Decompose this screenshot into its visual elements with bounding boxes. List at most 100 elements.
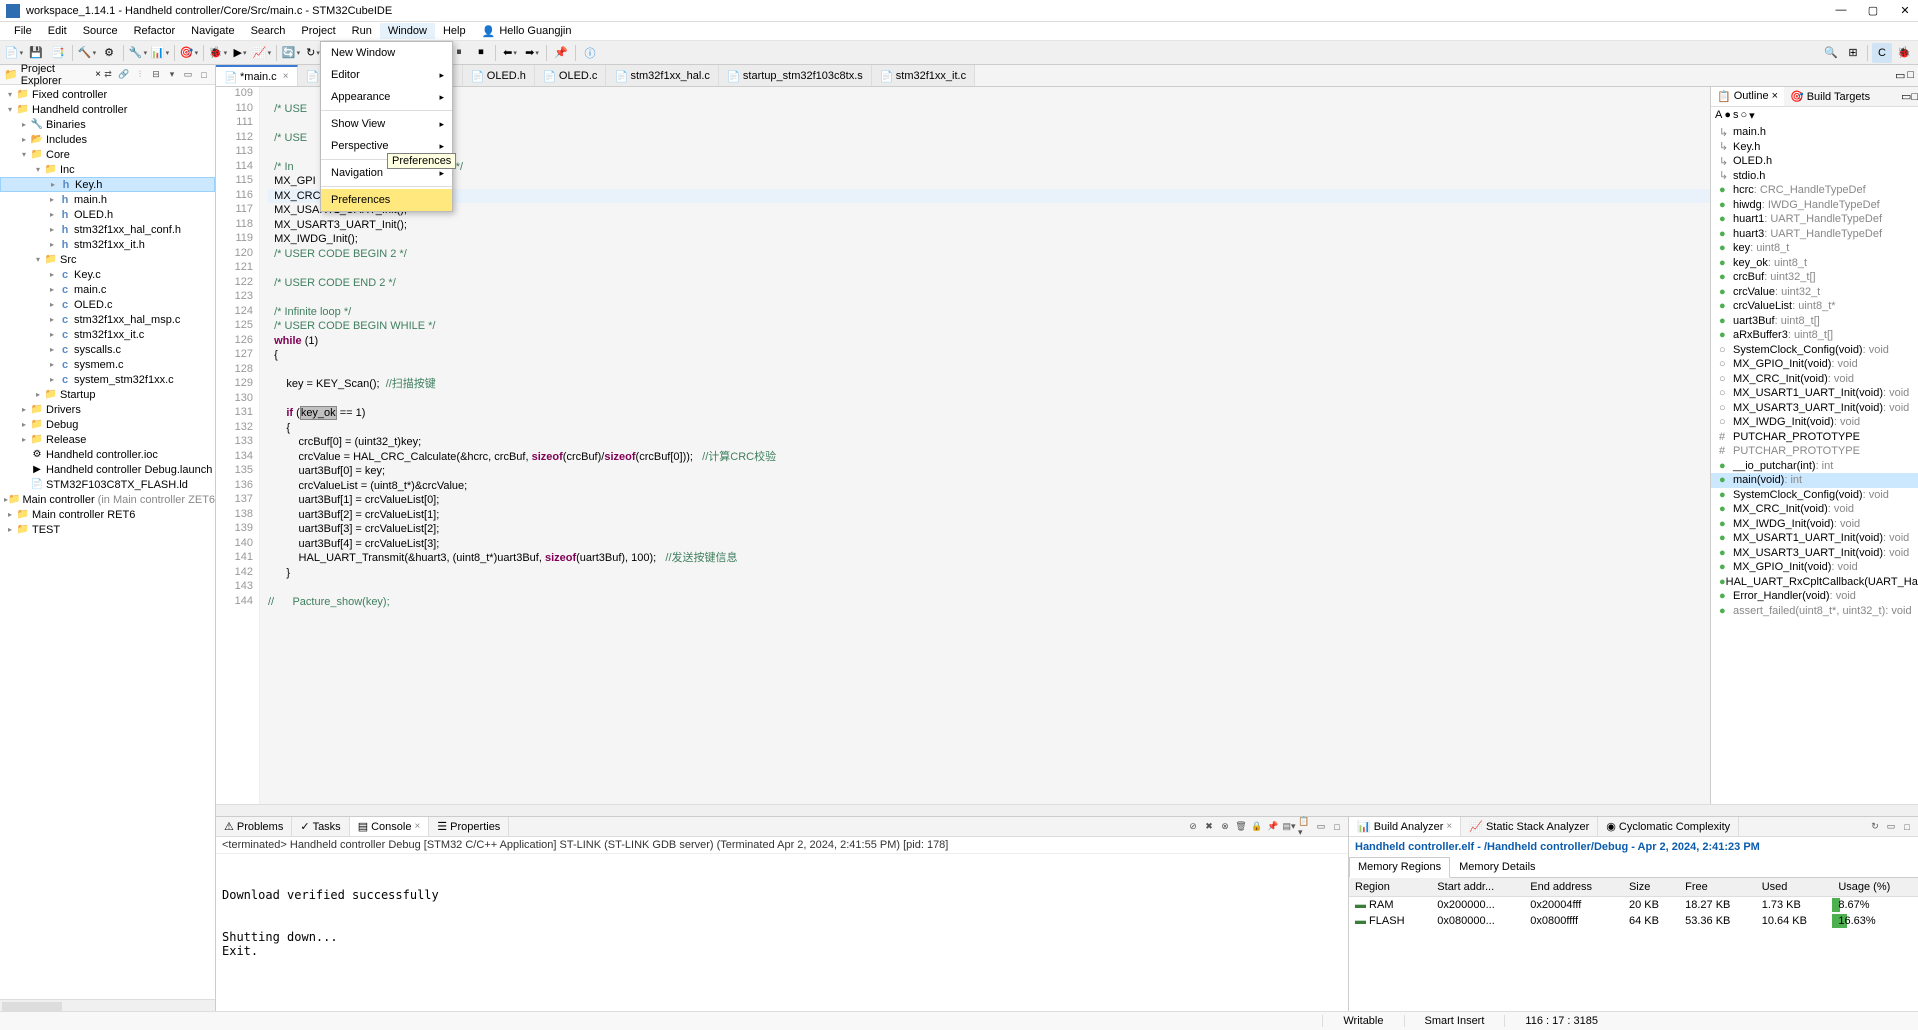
tab-properties[interactable]: ☰Properties [429,817,509,836]
tree-item[interactable]: ▸csyscalls.c [0,342,215,357]
tree-item[interactable]: ▸csysmem.c [0,357,215,372]
tree-item[interactable]: ▸📁Startup [0,387,215,402]
tab-close[interactable]: × [283,71,289,82]
editor-max-icon[interactable]: □ [1907,69,1914,82]
toolbar-ext2[interactable]: 📊 [150,43,170,63]
tree-item[interactable]: ▸hKey.h [0,177,215,192]
tree-item[interactable]: ▸📁Main controller (in Main controller ZE… [0,492,215,507]
tree-item[interactable]: ▸cmain.c [0,282,215,297]
toolbar-profile[interactable]: 📈 [252,43,272,63]
tree-item[interactable]: ▸📁Drivers [0,402,215,417]
tab-outline[interactable]: 📋Outline× [1711,87,1784,106]
console-term-icon[interactable]: ⊘ [1186,820,1200,834]
mem-header[interactable]: End address [1524,878,1623,897]
toolbar-persp-debug[interactable]: 🐞 [1894,43,1914,63]
minimize-button[interactable]: — [1834,4,1848,17]
tab-build-targets[interactable]: 🎯Build Targets [1784,87,1876,106]
tree-item[interactable]: ▾📁Inc [0,162,215,177]
menu-edit[interactable]: Edit [40,23,75,39]
outline-hide-nonpub[interactable]: ○ [1741,109,1748,123]
tree-item[interactable]: ▸📁TEST [0,522,215,537]
outline-item[interactable]: ●MX_USART3_UART_Init(void) : void [1711,546,1918,561]
toolbar-persp-c[interactable]: C [1872,43,1892,63]
console-lock-icon[interactable]: 🔒 [1250,820,1264,834]
ba-close[interactable]: × [1446,821,1452,832]
tree-item[interactable]: ▸hmain.h [0,192,215,207]
maximize-button[interactable]: ▢ [1866,4,1880,17]
outline-close[interactable]: × [1772,90,1778,102]
tree-item[interactable]: ▸cKey.c [0,267,215,282]
ba-min-icon[interactable]: ▭ [1884,820,1898,834]
outline-item[interactable]: ↳OLED.h [1711,154,1918,169]
menu-window[interactable]: Window [380,23,435,39]
pe-min-icon[interactable]: ▭ [181,68,195,82]
outline-item[interactable]: ↳main.h [1711,125,1918,140]
outline-item[interactable]: ●huart3 : UART_HandleTypeDef [1711,227,1918,242]
close-button[interactable]: ✕ [1898,4,1912,17]
outline-item[interactable]: ●crcBuf : uint32_t[] [1711,270,1918,285]
menu-source[interactable]: Source [75,23,126,39]
outline-item[interactable]: ○SystemClock_Config(void) : void [1711,343,1918,358]
outline-menu[interactable]: ▾ [1749,109,1755,123]
tree-item[interactable]: 📄STM32F103C8TX_FLASH.ld [0,477,215,492]
outline-item[interactable]: ●MX_USART1_UART_Init(void) : void [1711,531,1918,546]
tree-item[interactable]: ▸hOLED.h [0,207,215,222]
tab-static-stack[interactable]: 📈Static Stack Analyzer [1461,817,1598,836]
menu-editor[interactable]: Editor [321,64,452,86]
tab-tasks[interactable]: ✓Tasks [292,817,349,836]
editor-h-scroll[interactable] [216,804,1918,816]
tab-build-analyzer[interactable]: 📊Build Analyzer× [1349,817,1461,836]
toolbar-search-icon[interactable]: 🔍 [1821,43,1841,63]
mem-row[interactable]: ▬ RAM0x200000...0x20004fff20 KB18.27 KB1… [1349,897,1918,914]
outline-item[interactable]: ○MX_CRC_Init(void) : void [1711,372,1918,387]
outline-item[interactable]: ●HAL_UART_RxCpltCallback(UART_Han [1711,575,1918,590]
menu-preferences[interactable]: Preferences [321,189,452,211]
toolbar-build-all[interactable]: ⚙ [99,43,119,63]
editor-min-icon[interactable]: ▭ [1895,69,1905,82]
toolbar-save-all[interactable]: 📑 [48,43,68,63]
outline-item[interactable]: ●MX_CRC_Init(void) : void [1711,502,1918,517]
console-open-icon[interactable]: 📋▾ [1298,820,1312,834]
menu-run[interactable]: Run [344,23,380,39]
console-remove-icon[interactable]: ✖ [1202,820,1216,834]
outline-item[interactable]: ●aRxBuffer3 : uint8_t[] [1711,328,1918,343]
outline-item[interactable]: ●MX_GPIO_Init(void) : void [1711,560,1918,575]
toolbar-new[interactable]: 📄 [4,43,24,63]
tree-item[interactable]: ▸hstm32f1xx_it.h [0,237,215,252]
pe-focus-icon[interactable]: ⊟ [149,68,163,82]
console-min-icon[interactable]: ▭ [1314,820,1328,834]
tree-item[interactable]: ▸📂Includes [0,132,215,147]
tree-item[interactable]: ▸cOLED.c [0,297,215,312]
tree-item[interactable]: ▾📁Src [0,252,215,267]
toolbar-stop[interactable]: ⏹ [471,43,491,63]
outline-item[interactable]: ●huart1 : UART_HandleTypeDef [1711,212,1918,227]
outline-item[interactable]: ●hiwdg : IWDG_HandleTypeDef [1711,198,1918,213]
outline-item[interactable]: ↳stdio.h [1711,169,1918,184]
outline-item[interactable]: ●assert_failed(uint8_t*, uint32_t) : voi… [1711,604,1918,619]
menu-appearance[interactable]: Appearance [321,86,452,108]
outline-item[interactable]: ●__io_putchar(int) : int [1711,459,1918,474]
mem-header[interactable]: Size [1623,878,1679,897]
toolbar-info[interactable]: ⓘ [580,43,600,63]
outline-item[interactable]: ●crcValue : uint32_t [1711,285,1918,300]
mem-header[interactable]: Free [1679,878,1756,897]
tree-item[interactable]: ▸📁Debug [0,417,215,432]
editor-tab[interactable]: 📄*main.c× [216,65,298,86]
user-greeting[interactable]: 👤Hello Guangjin [474,23,580,40]
ba-refresh-icon[interactable]: ↻ [1868,820,1882,834]
tree-item[interactable]: ⚙Handheld controller.ioc [0,447,215,462]
outline-item[interactable]: ↳Key.h [1711,140,1918,155]
outline-item[interactable]: ○MX_IWDG_Init(void) : void [1711,415,1918,430]
pe-max-icon[interactable]: □ [197,68,211,82]
toolbar-refresh[interactable]: 🔄 [281,43,301,63]
outline-hide-static[interactable]: s [1733,109,1739,123]
menu-navigate[interactable]: Navigate [183,23,242,39]
outline-item[interactable]: ●MX_IWDG_Init(void) : void [1711,517,1918,532]
outline-item[interactable]: ●key : uint8_t [1711,241,1918,256]
tree-item[interactable]: ▾📁Handheld controller [0,102,215,117]
tab-console[interactable]: ▤Console× [350,817,430,836]
pe-scrollbar[interactable] [0,999,215,1011]
console-close[interactable]: × [414,821,420,832]
tab-memory-regions[interactable]: Memory Regions [1349,857,1450,878]
outline-item[interactable]: ●uart3Buf : uint8_t[] [1711,314,1918,329]
